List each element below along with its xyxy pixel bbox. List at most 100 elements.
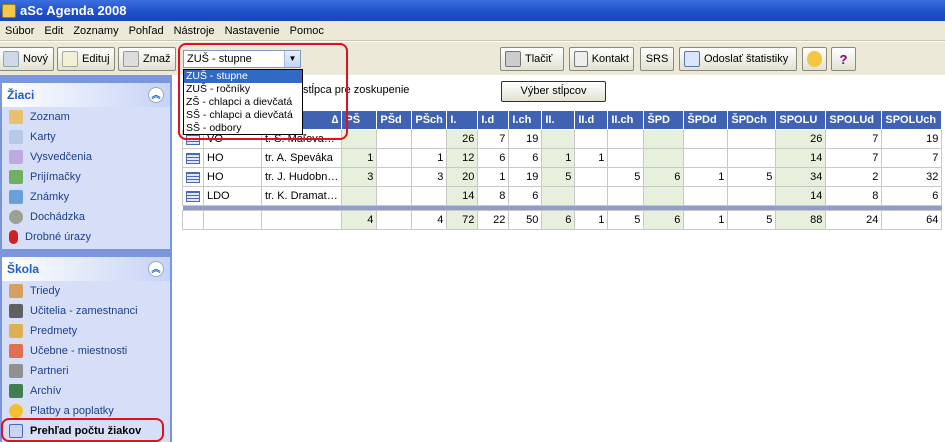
table-icon xyxy=(186,190,200,202)
total-value: 1 xyxy=(574,210,609,230)
new-button[interactable]: Nový xyxy=(0,47,54,71)
partners-icon xyxy=(9,364,23,378)
total-value: 4 xyxy=(341,210,378,230)
archive-icon xyxy=(9,384,23,398)
header-ich[interactable]: I.ch xyxy=(508,110,543,130)
grades-icon xyxy=(9,190,23,204)
help-icon: ? xyxy=(839,51,848,67)
sidebar-item-label: Prijímačky xyxy=(30,171,81,183)
header-i[interactable]: I. xyxy=(446,110,479,130)
cell-type: LDO xyxy=(203,186,262,206)
header-iich[interactable]: II.ch xyxy=(607,110,645,130)
header-spdd[interactable]: ŠPDd xyxy=(683,110,729,130)
header-iid[interactable]: II.d xyxy=(574,110,609,130)
cell-value: 1 xyxy=(683,167,729,187)
cell-value: 5 xyxy=(727,167,777,187)
cell-value: 14 xyxy=(775,186,827,206)
cell-value xyxy=(376,148,413,168)
cell-value: 1 xyxy=(541,148,576,168)
cell-value xyxy=(683,186,729,206)
highlight-prehlad xyxy=(1,418,164,442)
cell-value xyxy=(574,186,609,206)
print-button[interactable]: Tlačiť xyxy=(500,47,564,71)
collapse-icon[interactable]: ︽ xyxy=(148,261,164,277)
menu-help[interactable]: Pomoc xyxy=(285,25,329,37)
sidebar-item-triedy[interactable]: Triedy xyxy=(2,281,170,301)
column-select-button[interactable]: Výber stĺpcov xyxy=(501,81,606,102)
table-row[interactable]: HO tr. J. Hudobn… 3 3 20 1 19 5 5 6 1 5 34 2 32 xyxy=(182,167,943,187)
row-icon-cell xyxy=(182,148,204,168)
cell-value: 7 xyxy=(881,148,943,168)
total-value: 64 xyxy=(881,210,943,230)
cell-value: 6 xyxy=(508,148,543,168)
total-value: 5 xyxy=(607,210,645,230)
sidebar-item-predmety[interactable]: Predmety xyxy=(2,321,170,341)
header-id[interactable]: I.d xyxy=(477,110,510,130)
menu-tools[interactable]: Nástroje xyxy=(169,25,220,37)
srs-button[interactable]: SRS xyxy=(640,47,674,71)
sidebar-item-znamky[interactable]: Známky xyxy=(2,187,170,207)
menu-view[interactable]: Pohľad xyxy=(124,25,169,37)
cell-value xyxy=(727,129,777,149)
sidebar-item-zoznam[interactable]: Zoznam xyxy=(2,107,170,127)
header-spolu[interactable]: SPOLU xyxy=(775,110,827,130)
total-value: 72 xyxy=(446,210,479,230)
totals-blank-cell xyxy=(182,210,204,230)
title-bar: aSc Agenda 2008 xyxy=(0,0,945,21)
cell-value xyxy=(411,129,448,149)
menu-settings[interactable]: Nastavenie xyxy=(220,25,285,37)
sidebar-item-dochadzka[interactable]: Dochádzka xyxy=(2,207,170,227)
cell-value: 1 xyxy=(341,148,378,168)
header-psd[interactable]: PŠd xyxy=(376,110,413,130)
sidebar-item-prijimacky[interactable]: Prijímačky xyxy=(2,167,170,187)
srs-label: SRS xyxy=(645,53,669,65)
classes-icon xyxy=(9,284,23,298)
help-button[interactable]: ? xyxy=(831,47,856,71)
app-icon xyxy=(2,3,16,18)
table-row[interactable]: HO tr. A. Speváka 1 1 12 6 6 1 1 14 7 7 xyxy=(182,148,943,168)
menu-bar: Súbor Edit Zoznamy Pohľad Nástroje Nasta… xyxy=(0,21,945,41)
cell-value: 12 xyxy=(446,148,479,168)
header-spolud[interactable]: SPOLUd xyxy=(825,110,883,130)
collapse-icon[interactable]: ︽ xyxy=(148,87,164,103)
new-label: Nový xyxy=(23,53,49,65)
cell-value: 1 xyxy=(574,148,609,168)
sidebar-item-ucitelia[interactable]: Učitelia - zamestnanci xyxy=(2,301,170,321)
coins-icon xyxy=(9,404,23,418)
panel-ziaci-header[interactable]: Žiaci ︽ xyxy=(2,83,170,107)
blood-drop-icon xyxy=(9,230,18,244)
cell-value xyxy=(643,186,685,206)
header-psch[interactable]: PŠch xyxy=(411,110,448,130)
menu-edit[interactable]: Edit xyxy=(39,25,68,37)
sidebar-item-partneri[interactable]: Partneri xyxy=(2,361,170,381)
totals-blank-cell xyxy=(260,210,343,230)
edit-button[interactable]: Edituj xyxy=(57,47,115,71)
student-icon xyxy=(9,110,23,124)
delete-button[interactable]: Zmaž xyxy=(118,47,176,71)
sidebar-item-vysvedcenia[interactable]: Vysvedčenia xyxy=(2,147,170,167)
panel-skola-header[interactable]: Škola ︽ xyxy=(2,257,170,281)
header-ii[interactable]: II. xyxy=(541,110,576,130)
header-spd[interactable]: ŠPD xyxy=(643,110,685,130)
sidebar-item-archiv[interactable]: Archív xyxy=(2,381,170,401)
header-spoluch[interactable]: SPOLUch xyxy=(881,110,943,130)
send-stats-button[interactable]: Odoslať štatistiky xyxy=(679,47,797,71)
cell-value: 7 xyxy=(825,129,883,149)
menu-file[interactable]: Súbor xyxy=(0,25,39,37)
sidebar-item-karty[interactable]: Karty xyxy=(2,127,170,147)
contact-button[interactable]: Kontakt xyxy=(569,47,634,71)
sidebar-item-ucebne[interactable]: Učebne - miestnosti xyxy=(2,341,170,361)
cell-value: 34 xyxy=(775,167,827,187)
cell-value xyxy=(574,167,609,187)
sidebar-item-drobne-urazy[interactable]: Drobné úrazy xyxy=(2,227,170,247)
sidebar-item-label: Dochádzka xyxy=(30,211,86,223)
total-value: 1 xyxy=(683,210,729,230)
sidebar-item-label: Známky xyxy=(30,191,70,203)
update-button[interactable] xyxy=(802,47,827,71)
table-row[interactable]: LDO tr. K. Dramat… 14 8 6 14 8 6 xyxy=(182,186,943,206)
cell-type: HO xyxy=(203,148,262,168)
menu-lists[interactable]: Zoznamy xyxy=(68,25,123,37)
header-spdch[interactable]: ŠPDch xyxy=(727,110,777,130)
cell-value xyxy=(376,186,413,206)
sidebar-item-label: Karty xyxy=(30,131,56,143)
